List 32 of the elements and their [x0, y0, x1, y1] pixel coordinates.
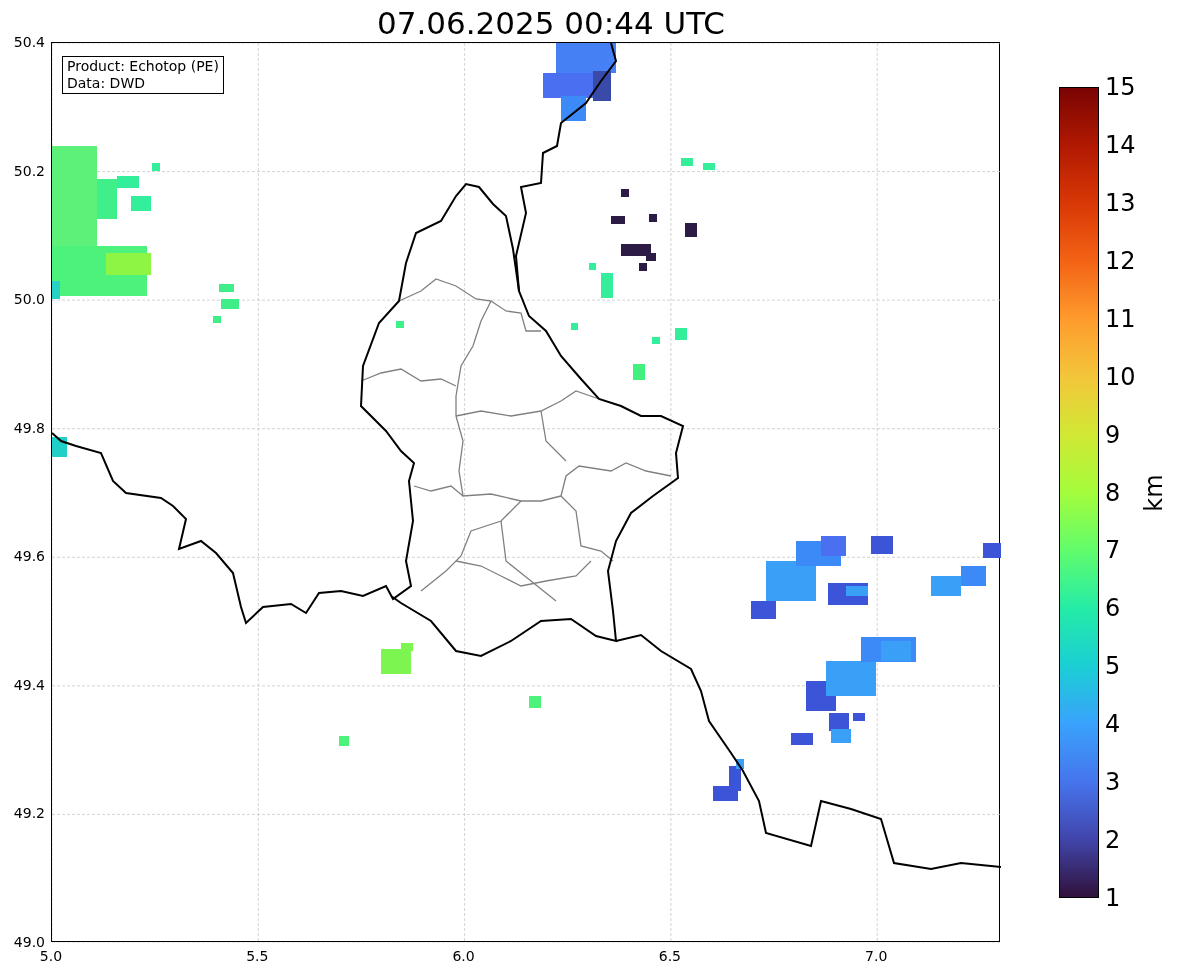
colorbar-tick-label: 4 [1105, 711, 1121, 738]
x-tick-label: 6.5 [658, 948, 681, 964]
colorbar-label: km [1141, 473, 1167, 512]
x-tick-label: 7.0 [865, 948, 888, 964]
x-tick-label: 5.0 [39, 948, 63, 964]
colorbar-tick-label: 3 [1105, 769, 1121, 796]
y-tick-label: 50.4 [13, 34, 45, 50]
colorbar-tick-label: 7 [1105, 537, 1121, 564]
y-tick-label: 49.6 [13, 548, 45, 565]
colorbar-tick-label: 10 [1105, 363, 1136, 390]
colorbar-tick-label: 1 [1105, 885, 1121, 911]
y-tick-label: 49.8 [13, 419, 45, 436]
y-tick-label: 49.2 [13, 805, 45, 822]
colorbar-tick-label: 5 [1105, 653, 1121, 680]
colorbar-tick-label: 11 [1105, 305, 1136, 332]
x-tick-label: 6.0 [452, 948, 475, 964]
y-tick-label: 50.0 [13, 291, 45, 308]
colorbar-tick-label: 9 [1105, 421, 1121, 448]
colorbar-tick-label: 8 [1105, 479, 1121, 506]
colorbar-tick-label: 15 [1105, 74, 1136, 100]
chart-title: 07.06.2025 00:44 UTC [377, 4, 725, 42]
y-tick-label: 49.4 [13, 676, 45, 693]
x-tick-label: 5.5 [246, 948, 269, 964]
colorbar-tick-label: 6 [1105, 595, 1121, 622]
y-tick-label: 49.0 [13, 934, 45, 950]
info-text: Data: DWD [67, 75, 146, 92]
info-text: Product: Echotop (PE) [67, 58, 219, 75]
y-tick-label: 50.2 [13, 162, 45, 179]
colorbar-tick-label: 12 [1105, 247, 1136, 274]
colorbar-tick-label: 14 [1105, 131, 1136, 158]
colorbar-tick-label: 13 [1105, 189, 1136, 216]
colorbar-tick-label: 2 [1105, 827, 1121, 854]
